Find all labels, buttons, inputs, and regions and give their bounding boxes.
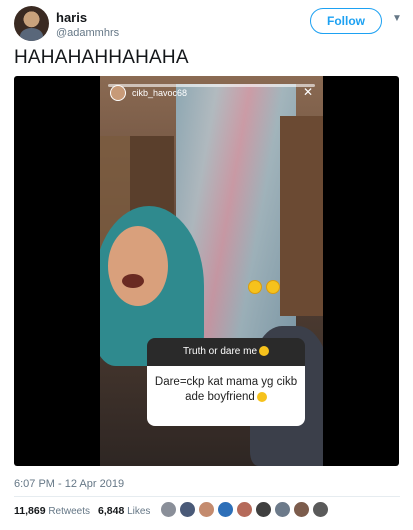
story-progress-bar — [108, 84, 315, 87]
person-face — [108, 226, 168, 306]
retweets-stat[interactable]: 11,869 Retweets — [14, 505, 90, 517]
likes-stat[interactable]: 6,848 Likes — [98, 505, 150, 517]
tweet-text: HAHAHAHHAHAHA — [14, 47, 189, 68]
liker-avatar[interactable] — [236, 501, 253, 518]
retweets-count: 11,869 — [14, 505, 46, 517]
liker-avatar[interactable] — [160, 501, 177, 518]
person-mouth — [122, 274, 144, 288]
answer-line-2: ade boyfriend — [153, 390, 299, 405]
background-shelf — [280, 116, 323, 316]
question-sticker: Truth or dare me Dare=ckp kat mama yg ci… — [147, 338, 305, 426]
laughing-emoji-icon — [259, 346, 270, 357]
divider — [14, 496, 400, 497]
retweets-label: Retweets — [48, 506, 91, 517]
author-avatar[interactable] — [14, 6, 49, 41]
chevron-down-icon[interactable]: ▼ — [391, 13, 403, 25]
author-name[interactable]: haris — [56, 10, 87, 25]
laughing-emoji-icon — [266, 280, 280, 294]
liker-avatar[interactable] — [274, 501, 291, 518]
tweet-timestamp[interactable]: 6:07 PM - 12 Apr 2019 — [14, 478, 124, 490]
answer-line-1: Dare=ckp kat mama yg cikb — [154, 376, 298, 388]
tweet-stats: 11,869 Retweets 6,848 Likes — [14, 505, 150, 517]
liker-avatar[interactable] — [217, 501, 234, 518]
laughing-emoji-icon — [248, 280, 262, 294]
author-handle[interactable]: @adammhrs — [56, 27, 119, 39]
instagram-story-frame: cikb_havoc68 ✕ Truth or dare me Dare=ckp… — [100, 76, 323, 466]
liker-avatar[interactable] — [312, 501, 329, 518]
likes-label: Likes — [127, 506, 151, 517]
video-media[interactable]: cikb_havoc68 ✕ Truth or dare me Dare=ckp… — [14, 76, 399, 466]
question-answer: Dare=ckp kat mama yg cikb ade boyfriend — [147, 366, 305, 426]
question-header: Truth or dare me — [147, 338, 305, 366]
liker-avatar[interactable] — [179, 501, 196, 518]
liker-avatar[interactable] — [293, 501, 310, 518]
follow-button[interactable]: Follow — [310, 8, 382, 34]
liker-avatar[interactable] — [255, 501, 272, 518]
story-username: cikb_havoc68 — [132, 88, 188, 98]
likes-count: 6,848 — [98, 505, 125, 517]
liker-avatar[interactable] — [198, 501, 215, 518]
tweet-header: haris @adammhrs Follow ▼ — [14, 6, 402, 42]
laughing-emoji-icon — [256, 391, 267, 402]
story-avatar — [110, 85, 126, 101]
liker-avatars[interactable] — [160, 501, 329, 518]
close-icon: ✕ — [302, 85, 313, 99]
